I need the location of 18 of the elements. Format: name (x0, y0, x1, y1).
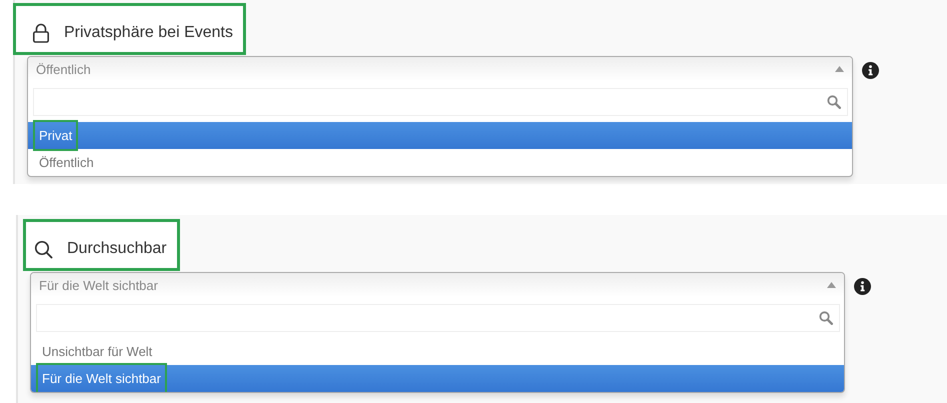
dropdown-select[interactable]: Öffentlich (28, 57, 852, 81)
section-heading: Durchsuchbar (23, 219, 180, 271)
dropdown-option[interactable]: Unsichtbar für Welt (31, 338, 844, 365)
info-icon[interactable] (862, 62, 879, 79)
dropdown-option[interactable]: Privat (28, 122, 852, 149)
section-heading: Privatsphäre bei Events (13, 3, 246, 55)
lock-icon (32, 23, 50, 43)
caret-icon (835, 66, 844, 72)
dropdown-option[interactable]: Für die Welt sichtbar (31, 365, 844, 392)
search-field[interactable] (36, 304, 840, 332)
search-icon (819, 311, 833, 325)
info-icon[interactable] (854, 278, 871, 295)
search-field[interactable] (33, 88, 848, 116)
dropdown-select[interactable]: Für die Welt sichtbar (31, 273, 844, 297)
search-icon (827, 95, 841, 109)
search-icon (34, 240, 53, 258)
dropdown-option[interactable]: Öffentlich (28, 149, 852, 176)
caret-icon (827, 282, 836, 288)
